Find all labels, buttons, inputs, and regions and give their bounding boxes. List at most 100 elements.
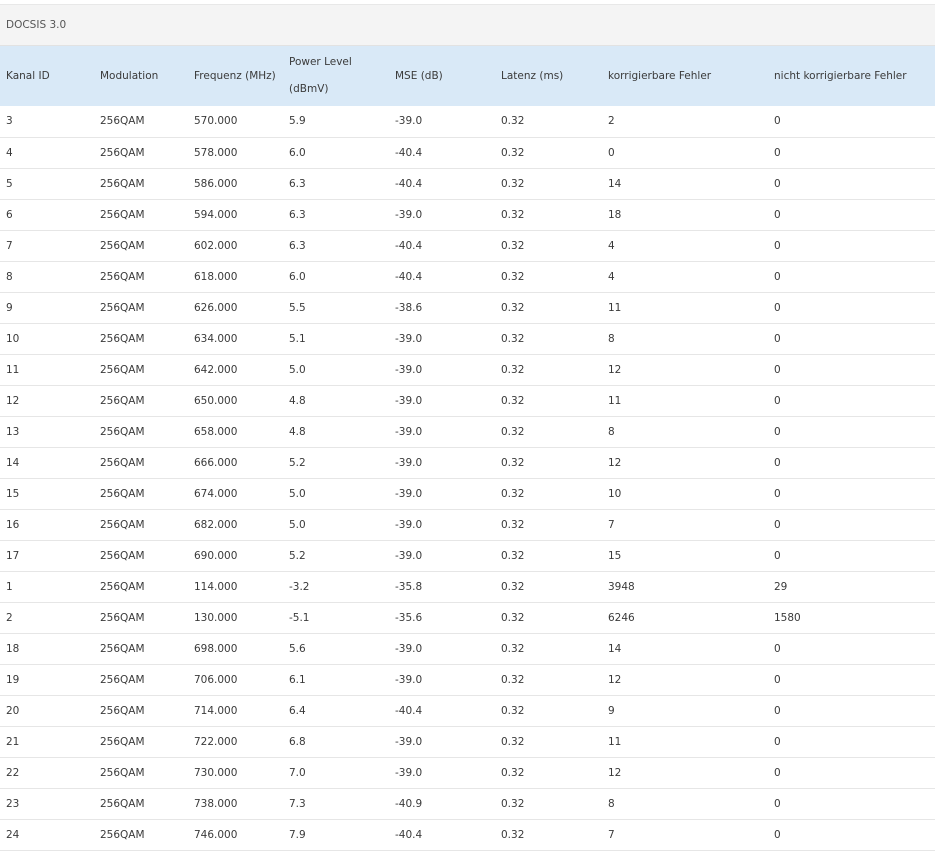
cell-latenz: 0.32 <box>501 673 525 686</box>
cell-kanal-id: 1 <box>6 580 13 593</box>
cell-nicht-korrigierbare-fehler: 29 <box>774 580 788 593</box>
cell-modulation: 256QAM <box>100 239 145 252</box>
cell-latenz: 0.32 <box>501 301 525 314</box>
table-row: 5 256QAM 586.000 6.3 -40.4 0.32 14 0 <box>0 168 935 199</box>
cell-frequenz: 570.000 <box>194 115 238 128</box>
cell-latenz: 0.32 <box>501 177 525 190</box>
cell-modulation: 256QAM <box>100 797 145 810</box>
cell-modulation: 256QAM <box>100 611 145 624</box>
column-header-korrigierbare-fehler[interactable]: korrigierbare Fehler <box>602 46 768 106</box>
cell-mse: -35.6 <box>395 611 423 624</box>
cell-frequenz: 634.000 <box>194 332 238 345</box>
cell-modulation: 256QAM <box>100 177 145 190</box>
column-header-latenz[interactable]: Latenz (ms) <box>495 46 602 106</box>
cell-latenz: 0.32 <box>501 611 525 624</box>
cell-mse: -39.0 <box>395 518 423 531</box>
column-header-nicht-korrigierbare-fehler[interactable]: nicht korrigierbare Fehler <box>768 46 935 106</box>
cell-kanal-id: 7 <box>6 239 13 252</box>
cell-frequenz: 114.000 <box>194 580 238 593</box>
cell-kanal-id: 15 <box>6 487 20 500</box>
cell-latenz: 0.32 <box>501 394 525 407</box>
column-header-mse[interactable]: MSE (dB) <box>389 46 495 106</box>
cell-korrigierbare-fehler: 7 <box>608 518 615 531</box>
cell-modulation: 256QAM <box>100 735 145 748</box>
cell-nicht-korrigierbare-fehler: 0 <box>774 766 781 779</box>
cell-kanal-id: 12 <box>6 394 20 407</box>
table-row: 2 256QAM 130.000 -5.1 -35.6 0.32 6246 1580 <box>0 602 935 633</box>
cell-power-level: 7.0 <box>289 766 306 779</box>
table-row: 4 256QAM 578.000 6.0 -40.4 0.32 0 0 <box>0 137 935 168</box>
cell-power-level: 5.0 <box>289 518 306 531</box>
table-row: 6 256QAM 594.000 6.3 -39.0 0.32 18 0 <box>0 199 935 230</box>
cell-kanal-id: 11 <box>6 363 20 376</box>
cell-frequenz: 594.000 <box>194 208 238 221</box>
power-level-header-line1: Power Level <box>289 56 352 68</box>
cell-nicht-korrigierbare-fehler: 0 <box>774 363 781 376</box>
cell-frequenz: 738.000 <box>194 797 238 810</box>
cell-nicht-korrigierbare-fehler: 0 <box>774 456 781 469</box>
cell-mse: -38.6 <box>395 301 423 314</box>
cell-power-level: 7.9 <box>289 828 306 841</box>
cell-nicht-korrigierbare-fehler: 0 <box>774 425 781 438</box>
cell-latenz: 0.32 <box>501 115 525 128</box>
cell-latenz: 0.32 <box>501 456 525 469</box>
cell-kanal-id: 18 <box>6 642 20 655</box>
docsis-panel: DOCSIS 3.0 Kanal ID Modulation Frequenz … <box>0 4 935 857</box>
cell-kanal-id: 3 <box>6 115 13 128</box>
channel-table: Kanal ID Modulation Frequenz (MHz) Power… <box>0 46 935 851</box>
column-header-frequenz[interactable]: Frequenz (MHz) <box>188 46 283 106</box>
cell-frequenz: 674.000 <box>194 487 238 500</box>
cell-latenz: 0.32 <box>501 332 525 345</box>
column-header-modulation[interactable]: Modulation <box>94 46 188 106</box>
cell-kanal-id: 10 <box>6 332 20 345</box>
cell-latenz: 0.32 <box>501 704 525 717</box>
table-row: 18 256QAM 698.000 5.6 -39.0 0.32 14 0 <box>0 633 935 664</box>
cell-modulation: 256QAM <box>100 208 145 221</box>
cell-nicht-korrigierbare-fehler: 0 <box>774 239 781 252</box>
cell-frequenz: 626.000 <box>194 301 238 314</box>
cell-frequenz: 706.000 <box>194 673 238 686</box>
cell-mse: -39.0 <box>395 394 423 407</box>
cell-latenz: 0.32 <box>501 363 525 376</box>
cell-korrigierbare-fehler: 12 <box>608 456 622 469</box>
cell-korrigierbare-fehler: 8 <box>608 332 615 345</box>
table-row: 21 256QAM 722.000 6.8 -39.0 0.32 11 0 <box>0 726 935 757</box>
table-row: 12 256QAM 650.000 4.8 -39.0 0.32 11 0 <box>0 385 935 416</box>
column-header-kanal-id[interactable]: Kanal ID <box>0 46 94 106</box>
cell-korrigierbare-fehler: 18 <box>608 208 622 221</box>
cell-latenz: 0.32 <box>501 766 525 779</box>
table-row: 7 256QAM 602.000 6.3 -40.4 0.32 4 0 <box>0 230 935 261</box>
cell-frequenz: 578.000 <box>194 146 238 159</box>
cell-korrigierbare-fehler: 8 <box>608 425 615 438</box>
cell-modulation: 256QAM <box>100 487 145 500</box>
cell-modulation: 256QAM <box>100 394 145 407</box>
cell-kanal-id: 16 <box>6 518 20 531</box>
cell-power-level: 4.8 <box>289 425 306 438</box>
column-header-power-level[interactable]: Power Level (dBmV) <box>283 46 389 106</box>
cell-kanal-id: 21 <box>6 735 20 748</box>
cell-korrigierbare-fehler: 7 <box>608 828 615 841</box>
cell-korrigierbare-fehler: 15 <box>608 549 622 562</box>
cell-power-level: 6.8 <box>289 735 306 748</box>
cell-nicht-korrigierbare-fehler: 0 <box>774 115 781 128</box>
cell-mse: -35.8 <box>395 580 423 593</box>
cell-frequenz: 602.000 <box>194 239 238 252</box>
cell-nicht-korrigierbare-fehler: 0 <box>774 704 781 717</box>
cell-modulation: 256QAM <box>100 549 145 562</box>
table-header-row: Kanal ID Modulation Frequenz (MHz) Power… <box>0 46 935 106</box>
cell-frequenz: 722.000 <box>194 735 238 748</box>
cell-frequenz: 730.000 <box>194 766 238 779</box>
cell-power-level: 5.6 <box>289 642 306 655</box>
cell-modulation: 256QAM <box>100 642 145 655</box>
cell-latenz: 0.32 <box>501 735 525 748</box>
cell-korrigierbare-fehler: 8 <box>608 797 615 810</box>
cell-nicht-korrigierbare-fehler: 0 <box>774 735 781 748</box>
cell-nicht-korrigierbare-fehler: 0 <box>774 642 781 655</box>
cell-power-level: 6.4 <box>289 704 306 717</box>
cell-modulation: 256QAM <box>100 673 145 686</box>
cell-nicht-korrigierbare-fehler: 0 <box>774 208 781 221</box>
panel-title: DOCSIS 3.0 <box>6 19 67 31</box>
cell-mse: -39.0 <box>395 673 423 686</box>
cell-mse: -39.0 <box>395 642 423 655</box>
cell-latenz: 0.32 <box>501 518 525 531</box>
